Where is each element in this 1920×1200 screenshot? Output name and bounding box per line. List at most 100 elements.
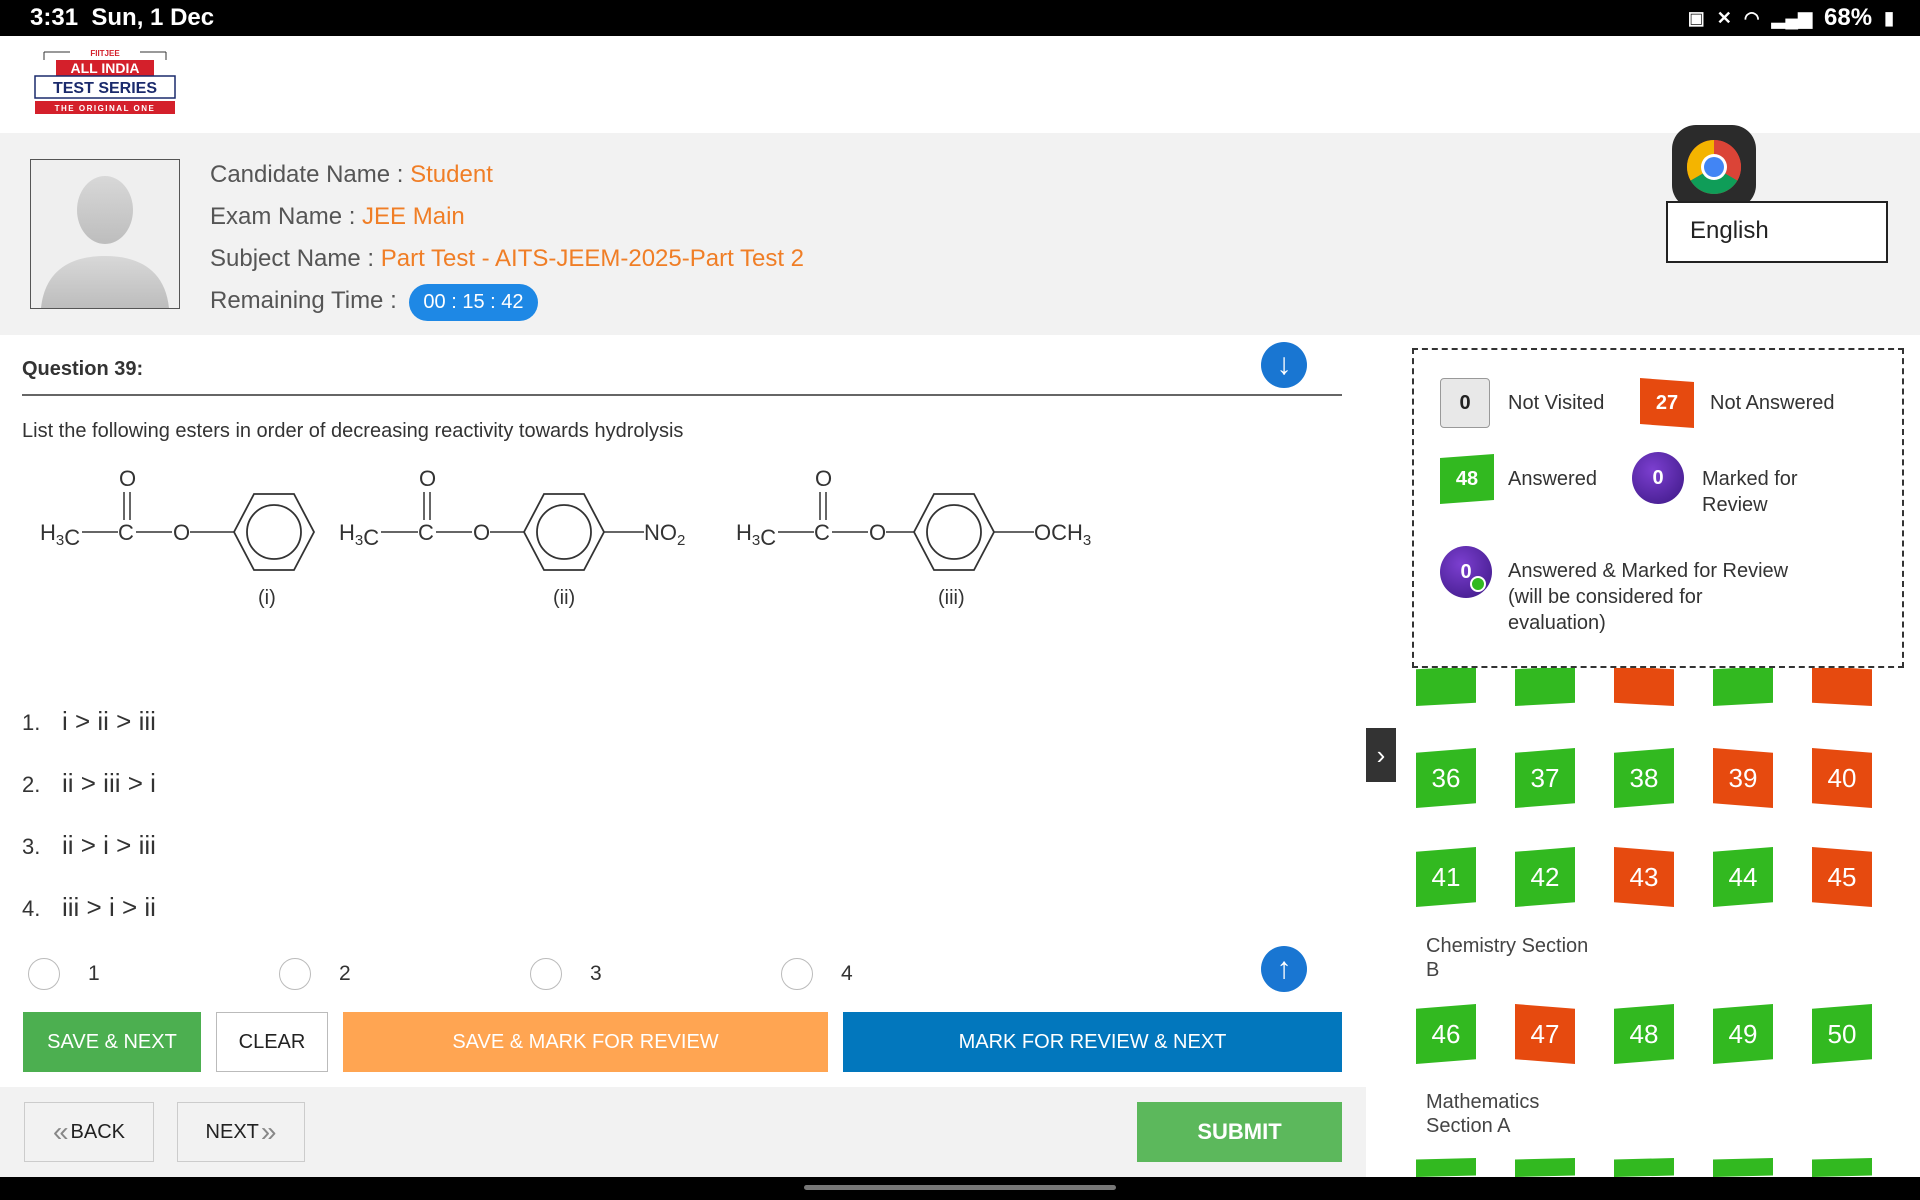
section-label-line: Section A <box>1426 1115 1511 1137</box>
radio-label: 2 <box>339 962 351 985</box>
question-text: List the following esters in order of de… <box>22 420 684 442</box>
marked-for-review-label: Marked for Review <box>1702 466 1798 518</box>
candidate-name-row: Candidate Name : Student <box>210 161 493 189</box>
palette-question-44[interactable]: 44 <box>1713 847 1773 907</box>
next-button[interactable]: NEXT» <box>177 1102 305 1162</box>
save-and-next-button[interactable]: SAVE & NEXT <box>23 1012 201 1072</box>
palette-question-46[interactable]: 46 <box>1416 1004 1476 1064</box>
palette-item-partial[interactable] <box>1713 1158 1773 1177</box>
option-number: 2. <box>22 772 41 797</box>
h3c-iii: H3C <box>736 520 776 550</box>
radio-label: 3 <box>590 962 602 985</box>
palette-item-partial[interactable] <box>1416 666 1476 706</box>
h3c-i: H3C <box>40 520 80 550</box>
label-line: Review <box>1702 494 1768 516</box>
label-line: (will be considered for <box>1508 586 1703 608</box>
candidate-name: Student <box>410 161 493 188</box>
chrome-icon[interactable] <box>1672 125 1756 209</box>
answer-radio-2[interactable]: 2 <box>279 958 530 990</box>
answered-marked-label: Answered & Marked for Review (will be co… <box>1508 558 1788 636</box>
palette-question-47[interactable]: 47 <box>1515 1004 1575 1064</box>
palette-question-39[interactable]: 39 <box>1713 748 1773 808</box>
not-visited-label: Not Visited <box>1508 392 1605 414</box>
status-time: 3:31 Sun, 1 Dec <box>30 4 215 31</box>
structure-label-ii: (ii) <box>553 587 575 609</box>
collapse-panel-button[interactable]: › <box>1366 728 1396 782</box>
structure-label-iii: (iii) <box>938 587 965 609</box>
palette-item-partial[interactable] <box>1812 666 1872 706</box>
section-label-line: B <box>1426 959 1440 981</box>
clear-button[interactable]: CLEAR <box>216 1012 328 1072</box>
palette-question-40[interactable]: 40 <box>1812 748 1872 808</box>
remaining-time-row: Remaining Time : 00 : 15 : 42 <box>210 284 538 321</box>
section-label-chemistry-b: Chemistry Section B <box>1426 934 1588 982</box>
answered-badge: 48 <box>1440 454 1494 504</box>
carbonyl-o-iii: O <box>815 466 832 491</box>
answer-radio-group: 1 2 3 4 <box>28 958 1032 990</box>
palette-item-partial[interactable] <box>1416 1158 1476 1177</box>
exam-name-label: Exam Name : <box>210 203 356 230</box>
methoxy-group: OCH3 <box>1034 520 1091 549</box>
svg-text:TEST SERIES: TEST SERIES <box>53 80 157 97</box>
home-handle[interactable] <box>804 1185 1116 1190</box>
palette-question-50[interactable]: 50 <box>1812 1004 1872 1064</box>
h3c-ii: H3C <box>339 520 379 550</box>
back-button[interactable]: «BACK <box>24 1102 154 1162</box>
section-label-line: Chemistry Section <box>1426 935 1589 957</box>
radio-circle[interactable] <box>28 958 60 990</box>
palette-question-45[interactable]: 45 <box>1812 847 1872 907</box>
option-1: 1. i > ii > iii <box>22 706 156 737</box>
palette-item-partial[interactable] <box>1614 1158 1674 1177</box>
exam-name: JEE Main <box>362 203 465 230</box>
subject-name-row: Subject Name : Part Test - AITS-JEEM-202… <box>210 245 804 273</box>
palette-item-partial[interactable] <box>1812 1158 1872 1177</box>
next-label: NEXT <box>205 1120 259 1143</box>
palette-question-42[interactable]: 42 <box>1515 847 1575 907</box>
option-number: 4. <box>22 896 41 921</box>
palette-question-49[interactable]: 49 <box>1713 1004 1773 1064</box>
radio-label: 1 <box>88 962 100 985</box>
scroll-down-button[interactable]: ↓ <box>1261 342 1307 388</box>
section-label-line: Mathematics <box>1426 1091 1540 1113</box>
radio-circle[interactable] <box>279 958 311 990</box>
option-3: 3. ii > i > iii <box>22 830 156 861</box>
palette-question-38[interactable]: 38 <box>1614 748 1674 808</box>
label-line: Marked for <box>1702 468 1798 490</box>
not-answered-label: Not Answered <box>1710 392 1835 414</box>
answer-radio-1[interactable]: 1 <box>28 958 279 990</box>
scroll-up-button[interactable]: ↑ <box>1261 946 1307 992</box>
system-nav-bar <box>0 1177 1920 1200</box>
label-line: evaluation) <box>1508 612 1606 634</box>
palette-item-partial[interactable] <box>1515 666 1575 706</box>
battery-percent: 68% <box>1824 4 1873 31</box>
submit-button[interactable]: SUBMIT <box>1137 1102 1342 1162</box>
carbonyl-o-i: O <box>119 466 136 491</box>
mark-for-review-and-next-button[interactable]: MARK FOR REVIEW & NEXT <box>843 1012 1342 1072</box>
radio-circle[interactable] <box>530 958 562 990</box>
palette-item-partial[interactable] <box>1614 666 1674 706</box>
battery-saver-icon: ▣ <box>1687 7 1705 28</box>
arrow-up-icon: ↑ <box>1276 952 1292 985</box>
double-chevron-right-icon: » <box>260 1116 277 1147</box>
answered-marked-count: 0 <box>1440 546 1492 598</box>
candidate-photo <box>30 159 180 309</box>
palette-question-37[interactable]: 37 <box>1515 748 1575 808</box>
palette-question-41[interactable]: 41 <box>1416 847 1476 907</box>
language-select[interactable]: English <box>1666 201 1888 263</box>
nitro-group: NO2 <box>644 520 685 549</box>
palette-question-48[interactable]: 48 <box>1614 1004 1674 1064</box>
answer-radio-4[interactable]: 4 <box>781 958 1032 990</box>
subject-name: Part Test - AITS-JEEM-2025-Part Test 2 <box>380 245 805 272</box>
palette-item-partial[interactable] <box>1713 666 1773 706</box>
wifi-icon: ◠ <box>1743 7 1760 28</box>
palette-item-partial[interactable] <box>1515 1158 1575 1177</box>
radio-circle[interactable] <box>781 958 813 990</box>
palette-question-36[interactable]: 36 <box>1416 748 1476 808</box>
subject-name-label: Subject Name : <box>210 245 375 272</box>
aits-logo: FIITJEE ALL INDIA TEST SERIES THE ORIGIN… <box>34 46 176 118</box>
answer-radio-3[interactable]: 3 <box>530 958 781 990</box>
palette-question-43[interactable]: 43 <box>1614 847 1674 907</box>
status-legend: 0 Not Visited 27 Not Answered 48 Answere… <box>1412 348 1904 668</box>
save-and-mark-for-review-button[interactable]: SAVE & MARK FOR REVIEW <box>343 1012 828 1072</box>
battery-icon: ▮ <box>1884 7 1894 28</box>
